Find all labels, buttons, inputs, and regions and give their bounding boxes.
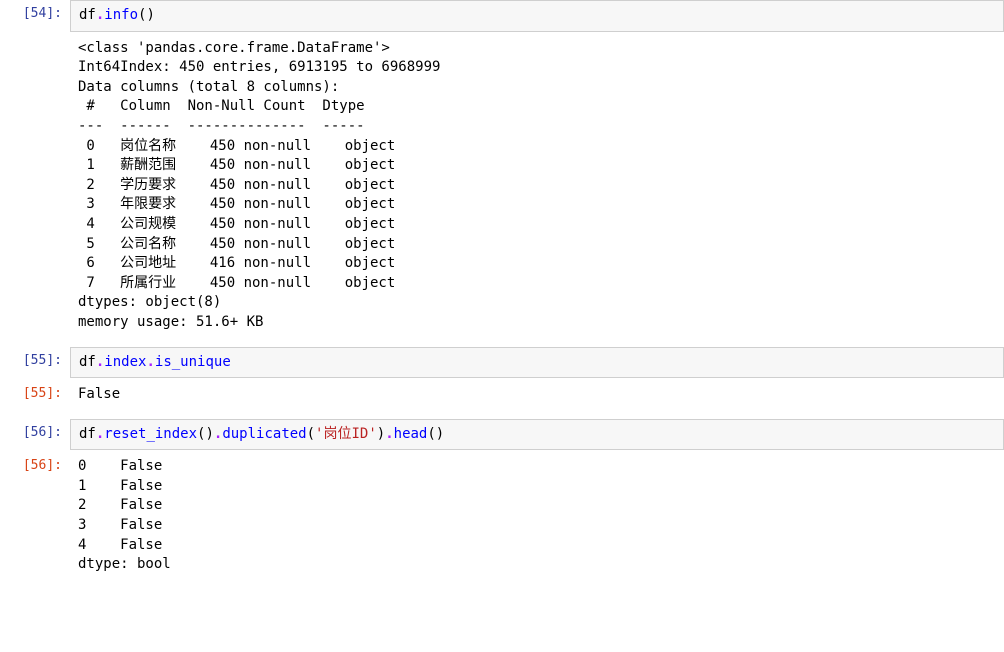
input-prompt: [56]:: [0, 419, 70, 451]
code-token: .: [385, 426, 393, 442]
code-cell: [54]: df.info(): [0, 0, 1004, 32]
code-input[interactable]: df.info(): [70, 0, 1004, 32]
code-input[interactable]: df.reset_index().duplicated('岗位ID').head…: [70, 419, 1004, 451]
output-prompt: [55]:: [0, 380, 70, 417]
code-token: df: [79, 354, 96, 370]
code-token: index: [104, 354, 146, 370]
code-cell: [55]: df.index.is_unique: [0, 347, 1004, 379]
code-token: .: [146, 354, 154, 370]
code-token: is_unique: [155, 354, 231, 370]
output-cell: <class 'pandas.core.frame.DataFrame'> In…: [0, 34, 1004, 345]
code-token: duplicated: [222, 426, 306, 442]
code-cell: [56]: df.reset_index().duplicated('岗位ID'…: [0, 419, 1004, 451]
output-cell: [55]: False: [0, 380, 1004, 417]
input-prompt: [54]:: [0, 0, 70, 32]
code-output: False: [70, 380, 1004, 417]
output-prompt: [56]:: [0, 452, 70, 587]
code-token: ): [377, 426, 385, 442]
output-prompt: [0, 34, 70, 345]
code-token: (): [427, 426, 444, 442]
code-token: ): [146, 7, 154, 23]
output-cell: [56]: 0 False 1 False 2 False 3 False 4 …: [0, 452, 1004, 587]
code-token: info: [104, 7, 138, 23]
input-prompt: [55]:: [0, 347, 70, 379]
code-token: head: [394, 426, 428, 442]
code-token: (): [197, 426, 214, 442]
code-output: <class 'pandas.core.frame.DataFrame'> In…: [70, 34, 1004, 345]
code-output: 0 False 1 False 2 False 3 False 4 False …: [70, 452, 1004, 587]
code-token: '岗位ID': [315, 426, 377, 442]
code-token: df: [79, 426, 96, 442]
code-input[interactable]: df.index.is_unique: [70, 347, 1004, 379]
code-token: reset_index: [104, 426, 197, 442]
code-token: (: [307, 426, 315, 442]
code-token: df: [79, 7, 96, 23]
